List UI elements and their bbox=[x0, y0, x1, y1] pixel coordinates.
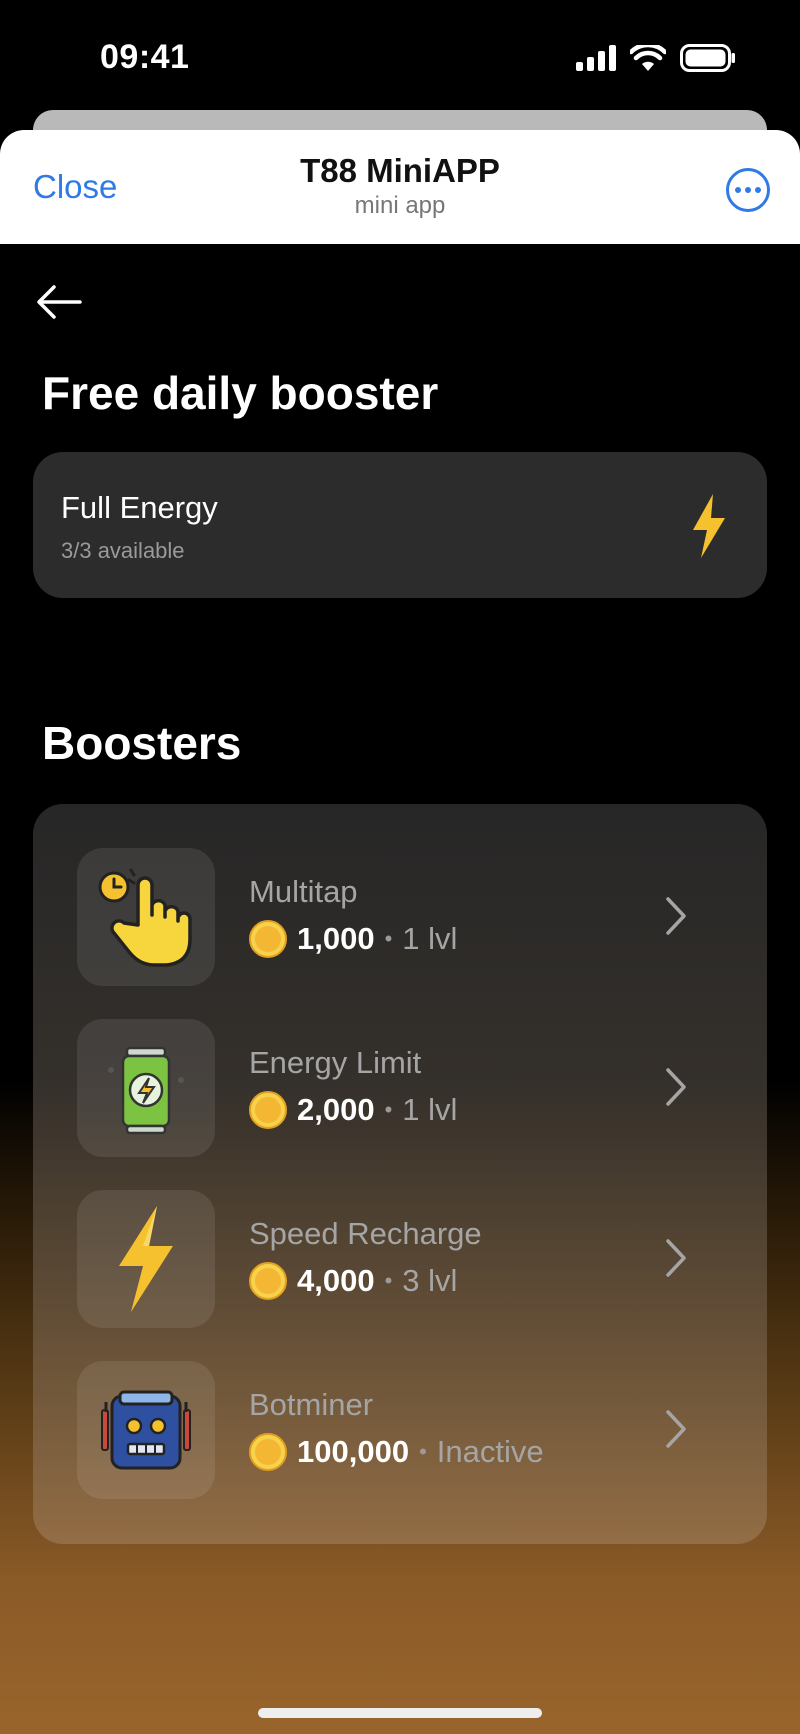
tap-hand-icon bbox=[98, 868, 192, 967]
booster-name: Speed Recharge bbox=[249, 1216, 482, 1251]
booster-multitap[interactable]: Multitap 1,000 • 1 lvl bbox=[77, 848, 723, 988]
booster-icon-box bbox=[77, 1190, 215, 1328]
booster-price: 4,000 bbox=[297, 1263, 375, 1298]
wifi-icon bbox=[630, 45, 666, 71]
separator-dot: • bbox=[419, 1439, 427, 1464]
home-indicator[interactable] bbox=[258, 1708, 542, 1718]
title-block: T88 MiniAPP mini app bbox=[0, 152, 800, 220]
app-header: Close T88 MiniAPP mini app bbox=[0, 130, 800, 244]
booster-icon-box bbox=[77, 848, 215, 986]
booster-level: 1 lvl bbox=[402, 921, 458, 956]
robot-icon bbox=[101, 1390, 191, 1470]
app-subtitle: mini app bbox=[354, 192, 446, 219]
status-time: 09:41 bbox=[100, 38, 190, 76]
lightning-icon bbox=[693, 494, 725, 558]
booster-botminer[interactable]: Botminer 100,000 • Inactive bbox=[77, 1361, 723, 1501]
separator-dot: • bbox=[384, 926, 393, 951]
booster-price: 100,000 bbox=[297, 1434, 410, 1469]
booster-meta: 4,000 • 3 lvl bbox=[249, 1262, 457, 1300]
status-icons bbox=[576, 44, 736, 72]
booster-level: 1 lvl bbox=[402, 1092, 458, 1127]
back-arrow-icon[interactable] bbox=[34, 282, 84, 322]
booster-level: Inactive bbox=[436, 1434, 544, 1469]
full-energy-name: Full Energy bbox=[61, 490, 218, 525]
booster-meta: 2,000 • 1 lvl bbox=[249, 1091, 457, 1129]
booster-price: 1,000 bbox=[297, 921, 375, 956]
status-bar: 09:41 bbox=[0, 0, 800, 112]
free-booster-title: Free daily booster bbox=[42, 367, 439, 419]
chevron-right-icon bbox=[666, 897, 686, 935]
booster-meta: 1,000 • 1 lvl bbox=[249, 920, 457, 958]
full-energy-availability: 3/3 available bbox=[61, 538, 185, 563]
booster-name: Energy Limit bbox=[249, 1045, 422, 1080]
chevron-right-icon bbox=[666, 1239, 686, 1277]
coin-icon bbox=[249, 1091, 287, 1129]
coin-icon bbox=[249, 920, 287, 958]
boosters-list: Multitap 1,000 • 1 lvl Energy Limit 2,00… bbox=[33, 804, 767, 1544]
booster-energy-limit[interactable]: Energy Limit 2,000 • 1 lvl bbox=[77, 1019, 723, 1159]
booster-price: 2,000 bbox=[297, 1092, 375, 1127]
energy-can-icon bbox=[108, 1046, 184, 1135]
booster-level: 3 lvl bbox=[402, 1263, 458, 1298]
booster-icon-box bbox=[77, 1019, 215, 1157]
separator-dot: • bbox=[384, 1268, 393, 1293]
chevron-right-icon bbox=[666, 1068, 686, 1106]
booster-name: Botminer bbox=[249, 1387, 374, 1422]
booster-speed-recharge[interactable]: Speed Recharge 4,000 • 3 lvl bbox=[77, 1190, 723, 1330]
lightning-icon bbox=[119, 1206, 173, 1312]
app-title: T88 MiniAPP bbox=[300, 152, 500, 189]
coin-icon bbox=[249, 1262, 287, 1300]
signal-icon bbox=[576, 45, 616, 71]
more-options-icon[interactable] bbox=[726, 168, 770, 212]
chevron-right-icon bbox=[666, 1410, 686, 1448]
coin-icon bbox=[249, 1433, 287, 1471]
booster-icon-box bbox=[77, 1361, 215, 1499]
separator-dot: • bbox=[384, 1097, 393, 1122]
boosters-title: Boosters bbox=[42, 717, 242, 769]
booster-meta: 100,000 • Inactive bbox=[249, 1433, 544, 1471]
booster-name: Multitap bbox=[249, 874, 358, 909]
battery-icon bbox=[680, 44, 735, 72]
full-energy-card[interactable]: Full Energy 3/3 available bbox=[33, 452, 767, 598]
